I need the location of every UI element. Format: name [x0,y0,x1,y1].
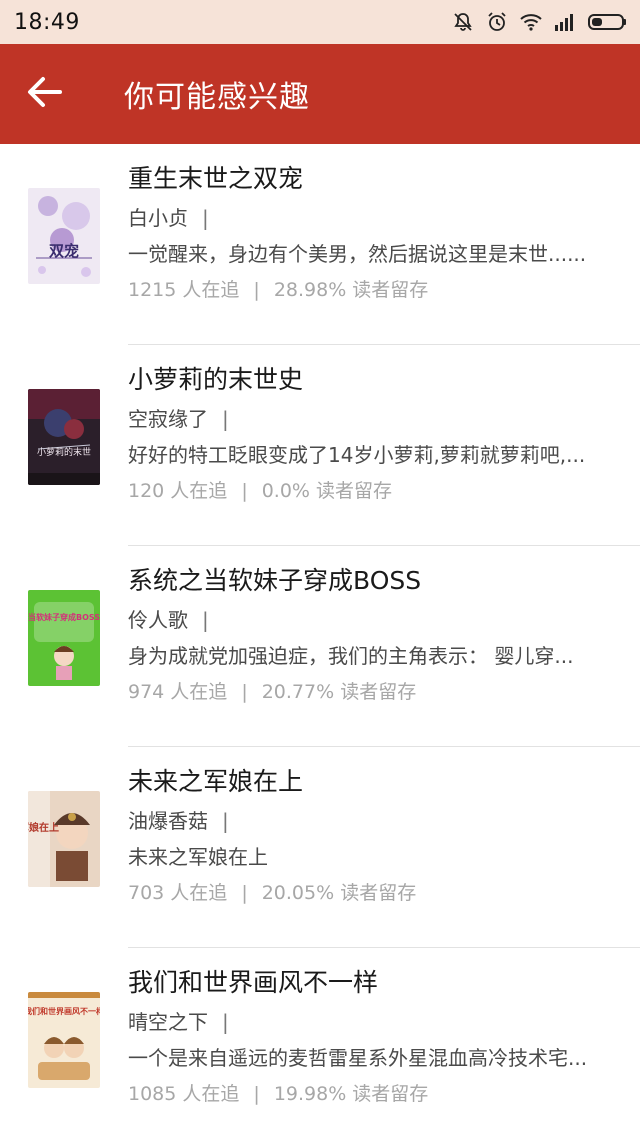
separator: | [241,480,248,502]
book-stats: 974 人在追 | 20.77% 读者留存 [128,679,616,705]
followers-count: 120 人在追 [128,480,228,502]
book-author: 晴空之下 [128,1010,208,1034]
book-description: 一觉醒来，身边有个美男，然后据说这里是末世...... [128,242,587,266]
wifi-icon [520,13,542,31]
book-description: 好好的特工眨眼变成了14岁小萝莉,萝莉就萝莉吧,... [128,443,586,467]
book-title: 重生末世之双宠 [128,164,304,193]
app-bar: 你可能感兴趣 [0,44,640,144]
cover-caption: 我们和世界画风不一样 [28,1006,100,1016]
retention-rate: 20.77% 读者留存 [261,681,417,703]
cover-caption: 双宠 [49,242,79,260]
book-stats: 1215 人在追 | 28.98% 读者留存 [128,277,616,303]
author-row: 伶人歌 | [128,607,616,633]
book-stats: 1085 人在追 | 19.98% 读者留存 [128,1081,616,1107]
book-description: 一个是来自遥远的麦哲雷星系外星混血高冷技术宅... [128,1046,588,1070]
battery-icon [588,12,628,32]
retention-rate: 19.98% 读者留存 [273,1083,429,1105]
followers-count: 1215 人在追 [128,279,240,301]
followers-count: 703 人在追 [128,882,228,904]
arrow-left-icon [26,76,62,112]
book-author: 白小贞 [128,206,188,230]
book-description: 未来之军娘在上 [128,845,268,869]
author-row: 油爆香菇 | [128,808,616,834]
separator: | [222,407,229,431]
book-cover-image: 当软妹子穿成BOSS [28,590,100,686]
book-info: 我们和世界画风不一样 晴空之下 | 一个是来自遥远的麦哲雷星系外星混血高冷技术宅.… [128,966,616,1107]
status-icons [452,11,628,33]
signal-icon [554,13,576,31]
book-info: 系统之当软妹子穿成BOSS 伶人歌 | 身为成就党加强迫症，我们的主角表示： 婴儿… [128,564,616,705]
book-cover-image: 小萝莉的末世 [28,389,100,485]
book-cover-image: 我们和世界画风不一样 [28,992,100,1088]
book-author: 空寂缘了 [128,407,208,431]
retention-rate: 28.98% 读者留存 [273,279,429,301]
followers-count: 1085 人在追 [128,1083,240,1105]
book-item[interactable]: 我们和世界画风不一样 我们和世界画风不一样 晴空之下 | 一个是来自遥远的麦哲雷星… [0,948,640,1138]
separator: | [253,279,260,301]
book-title: 未来之军娘在上 [128,767,304,796]
retention-rate: 20.05% 读者留存 [261,882,417,904]
book-title: 系统之当软妹子穿成BOSS [128,566,422,595]
book-title: 我们和世界画风不一样 [128,968,379,997]
book-item[interactable]: 军娘在上 未来之军娘在上 油爆香菇 | 未来之军娘在上 703 人在追 | 20.05… [0,747,640,948]
book-author: 伶人歌 [128,608,188,632]
page-title: 你可能感兴趣 [124,80,310,115]
separator: | [241,882,248,904]
cover-caption: 军娘在上 [28,821,59,834]
status-time: 18:49 [14,9,80,35]
book-list: 双宠 重生末世之双宠 白小贞 | 一觉醒来，身边有个美男，然后据说这里是末世...… [0,144,640,1138]
book-author: 油爆香菇 [128,809,208,833]
book-stats: 703 人在追 | 20.05% 读者留存 [128,880,616,906]
book-info: 重生末世之双宠 白小贞 | 一觉醒来，身边有个美男，然后据说这里是末世......… [128,162,616,303]
followers-count: 974 人在追 [128,681,228,703]
book-info: 未来之军娘在上 油爆香菇 | 未来之军娘在上 703 人在追 | 20.05% 读者留… [128,765,616,906]
cover-caption: 小萝莉的末世 [37,446,91,458]
author-row: 白小贞 | [128,205,616,231]
book-item[interactable]: 小萝莉的末世 小萝莉的末世史 空寂缘了 | 好好的特工眨眼变成了14岁小萝莉,萝莉… [0,345,640,546]
author-row: 空寂缘了 | [128,406,616,432]
back-button[interactable] [0,44,88,144]
status-bar: 18:49 [0,0,640,44]
separator: | [222,809,229,833]
separator: | [202,206,209,230]
book-title: 小萝莉的末世史 [128,365,304,394]
book-cover-image: 军娘在上 [28,791,100,887]
book-info: 小萝莉的末世史 空寂缘了 | 好好的特工眨眼变成了14岁小萝莉,萝莉就萝莉吧,..… [128,363,616,504]
separator: | [222,1010,229,1034]
book-cover-image: 双宠 [28,188,100,284]
book-item[interactable]: 当软妹子穿成BOSS 系统之当软妹子穿成BOSS 伶人歌 | 身为成就党加强迫症，… [0,546,640,747]
book-item[interactable]: 双宠 重生末世之双宠 白小贞 | 一觉醒来，身边有个美男，然后据说这里是末世...… [0,144,640,345]
book-stats: 120 人在追 | 0.0% 读者留存 [128,478,616,504]
author-row: 晴空之下 | [128,1009,616,1035]
separator: | [202,608,209,632]
separator: | [253,1083,260,1105]
alarm-icon [486,11,508,33]
book-description: 身为成就党加强迫症，我们的主角表示： 婴儿穿... [128,644,574,668]
retention-rate: 0.0% 读者留存 [261,480,393,502]
cover-caption: 当软妹子穿成BOSS [28,612,100,622]
separator: | [241,681,248,703]
mute-icon [452,11,474,33]
